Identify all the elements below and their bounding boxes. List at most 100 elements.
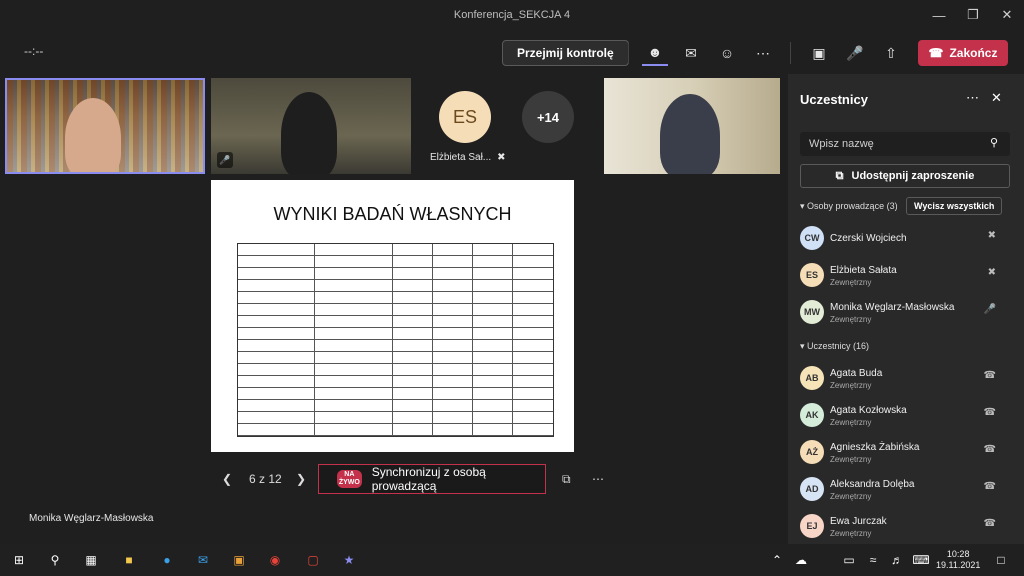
share-screen-icon[interactable]: ⇧ — [878, 40, 904, 66]
participant-row[interactable]: CW Czerski Wojciech ✖ — [800, 222, 1010, 258]
window-title: Konferencja_SEKCJA 4 — [453, 9, 571, 21]
table-divider — [512, 244, 513, 436]
chrome-icon[interactable]: ◉ — [266, 552, 284, 568]
mail-icon[interactable]: ✉ — [194, 552, 212, 568]
participant-type: Zewnętrzny — [830, 381, 872, 390]
presenters-header[interactable]: ▾ Osoby prowadzące (3) — [800, 201, 898, 212]
video-tile-presenter[interactable] — [5, 78, 205, 174]
participant-name: Agnieszka Żabińska — [830, 442, 920, 453]
slide-results-table — [237, 243, 554, 437]
slide-title: WYNIKI BADAŃ WŁASNYCH — [273, 204, 512, 224]
participant-row[interactable]: AD Aleksandra Dolęba Zewnętrzny ☎ — [800, 473, 1010, 509]
prev-slide-icon[interactable]: ❮ — [222, 472, 232, 486]
teams-icon[interactable]: ★ — [340, 552, 358, 568]
participant-name: Agata Kozłowska — [830, 405, 907, 416]
participant-type: Zewnętrzny — [830, 529, 872, 538]
phone-icon: ☎ — [983, 481, 996, 492]
clock-time: 10:28 — [946, 549, 970, 559]
attendees-header-label: Uczestnicy (16) — [807, 341, 870, 351]
chat-icon[interactable]: ✉ — [678, 40, 704, 66]
notifications-icon[interactable]: □ — [992, 552, 1010, 568]
meeting-timer: --:-- — [24, 44, 44, 58]
panel-more-icon[interactable]: ⋯ — [966, 90, 979, 106]
search-input[interactable]: Wpisz nazwę — [800, 132, 1010, 156]
windows-start-icon[interactable]: ⊞ — [10, 552, 28, 568]
mic-muted-icon: ✖ — [497, 152, 506, 163]
person-silhouette — [65, 98, 121, 172]
participants-icon[interactable]: ☻ — [642, 40, 668, 66]
mic-muted-icon[interactable]: 🎤 — [842, 40, 868, 66]
participant-type: Zewnętrzny — [830, 492, 872, 501]
wifi-icon[interactable]: ≈ — [864, 552, 882, 568]
mic-icon: 🎤 — [217, 152, 233, 168]
file-explorer-icon[interactable]: ■ — [120, 552, 138, 568]
end-call-button[interactable]: ☎ Zakończ — [918, 40, 1008, 66]
more-participants-tile[interactable]: +14 — [522, 91, 574, 143]
avatar: CW — [800, 226, 824, 250]
onedrive-icon[interactable]: ☁ — [792, 552, 810, 568]
camera-icon[interactable]: ▣ — [806, 40, 832, 66]
person-silhouette — [660, 94, 720, 174]
video-tile-participant[interactable]: 🎤 — [211, 78, 411, 174]
participant-name: Czerski Wojciech — [830, 233, 907, 244]
clock-date: 19.11.2021 — [936, 560, 981, 570]
minimize-icon[interactable]: — — [922, 0, 956, 30]
take-control-button[interactable]: Przejmij kontrolę — [502, 40, 629, 66]
table-divider — [432, 244, 433, 436]
participant-type: Zewnętrzny — [830, 455, 872, 464]
window-controls: — ❐ ✕ — [922, 0, 1024, 30]
edge-icon[interactable]: ● — [158, 552, 176, 568]
participant-name: Agata Buda — [830, 368, 883, 379]
windows-taskbar: ⊞ ⚲ ▦ ■ ● ✉ ▣ ◉ ▢ ★ ⌃ ☁ ▭ ≈ ♬ ⌨ 10:28 19… — [0, 544, 1024, 576]
participant-type: Zewnętrzny — [830, 418, 872, 427]
phone-icon: ☎ — [983, 370, 996, 381]
system-clock[interactable]: 10:28 19.11.2021 — [936, 549, 980, 571]
participant-type: Zewnętrzny — [830, 278, 872, 287]
search-icon[interactable]: ⚲ — [990, 136, 998, 149]
task-view-icon[interactable]: ▦ — [82, 552, 100, 568]
participant-name: Aleksandra Dolęba — [830, 479, 915, 490]
tile-es-name-label: Elżbieta Sał... — [430, 152, 492, 163]
share-icon: ⧉ — [835, 169, 844, 182]
more-actions-icon[interactable]: ⋯ — [750, 40, 776, 66]
avatar: AK — [800, 403, 824, 427]
video-tile-participant[interactable] — [604, 78, 780, 174]
table-divider — [392, 244, 393, 436]
tile-es-name: Elżbieta Sał... ✖ — [430, 152, 506, 163]
tray-chevron-icon[interactable]: ⌃ — [768, 552, 786, 568]
end-call-label: Zakończ — [949, 46, 998, 60]
phone-icon: ☎ — [983, 407, 996, 418]
participant-row[interactable]: MW Monika Węglarz-Masłowska Zewnętrzny 🎤 — [800, 296, 1010, 332]
restore-icon[interactable]: ❐ — [956, 0, 990, 30]
participant-row[interactable]: EJ Ewa Jurczak Zewnętrzny ☎ — [800, 510, 1010, 546]
more-options-icon[interactable]: ⋯ — [592, 472, 604, 486]
participant-row[interactable]: ES Elżbieta Sałata Zewnętrzny ✖ — [800, 259, 1010, 295]
close-window-icon[interactable]: ✕ — [990, 0, 1024, 30]
participant-row[interactable]: AŻ Agnieszka Żabińska Zewnętrzny ☎ — [800, 436, 1010, 472]
office-icon[interactable]: ▢ — [304, 552, 322, 568]
share-invite-button[interactable]: ⧉ Udostępnij zaproszenie — [800, 164, 1010, 188]
store-icon[interactable]: ▣ — [230, 552, 248, 568]
search-icon[interactable]: ⚲ — [46, 552, 64, 568]
tile-es-avatar[interactable]: ES — [439, 91, 491, 143]
participant-row[interactable]: AB Agata Buda Zewnętrzny ☎ — [800, 362, 1010, 398]
slide-counter: 6 z 12 — [249, 472, 282, 486]
sync-label: Synchronizuj z osobą prowadzącą — [371, 465, 486, 493]
participant-type: Zewnętrzny — [830, 315, 872, 324]
panel-close-icon[interactable]: ✕ — [991, 90, 1002, 106]
next-slide-icon[interactable]: ❯ — [296, 472, 306, 486]
participant-row[interactable]: AK Agata Kozłowska Zewnętrzny ☎ — [800, 399, 1010, 435]
avatar: AB — [800, 366, 824, 390]
reactions-icon[interactable]: ☺ — [714, 40, 740, 66]
volume-icon[interactable]: ♬ — [888, 552, 906, 568]
language-icon[interactable]: ⌨ — [912, 552, 930, 568]
attendees-header[interactable]: ▾ Uczestnicy (16) — [800, 341, 869, 352]
share-invite-label: Udostępnij zaproszenie — [851, 170, 975, 182]
battery-icon[interactable]: ▭ — [840, 552, 858, 568]
popout-icon[interactable]: ⧉ — [562, 472, 571, 487]
mute-all-button[interactable]: Wycisz wszystkich — [906, 197, 1003, 215]
sync-presenter-button[interactable]: NA ŻYWO Synchronizuj z osobą prowadzącą — [318, 464, 546, 494]
participant-name: Ewa Jurczak — [830, 516, 887, 527]
shared-slide: WYNIKI BADAŃ WŁASNYCH — [211, 180, 574, 452]
avatar: EJ — [800, 514, 824, 538]
